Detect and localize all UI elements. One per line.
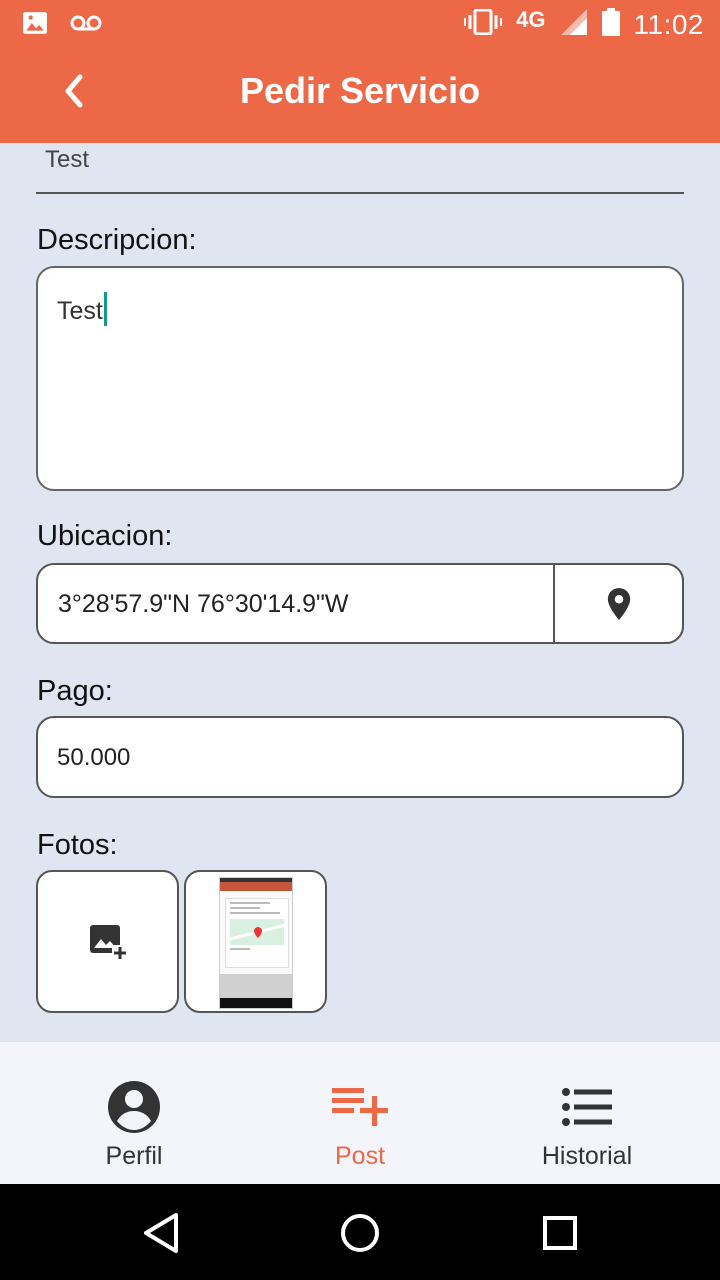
text-cursor	[103, 292, 107, 326]
voicemail-icon	[70, 13, 102, 38]
system-home-button[interactable]	[335, 1208, 385, 1258]
status-bar: 4G 11:02	[0, 0, 720, 50]
clock: 11:02	[633, 9, 704, 40]
account-circle-icon	[107, 1080, 161, 1139]
nav-item-post[interactable]: Post	[240, 1042, 480, 1185]
pago-field[interactable]: 50.000	[36, 716, 684, 798]
ubicacion-label: Ubicacion:	[37, 520, 173, 552]
add-photo-button[interactable]	[36, 870, 179, 1013]
nav-item-perfil[interactable]: Perfil	[14, 1042, 254, 1185]
screenshot-thumbnail-image	[219, 877, 293, 1009]
nav-label-perfil: Perfil	[105, 1142, 163, 1170]
square-recents-icon	[543, 1216, 577, 1250]
title-field[interactable]: Test	[36, 143, 684, 194]
service-request-form: Test Descripcion: Test Ubicacion: 3°28'5…	[0, 143, 720, 1041]
signal-icon	[560, 8, 588, 43]
pago-value: 50.000	[57, 744, 131, 771]
circle-home-icon	[341, 1214, 379, 1252]
descripcion-label: Descripcion:	[37, 224, 197, 256]
list-icon	[562, 1088, 612, 1131]
system-back-button[interactable]	[138, 1208, 188, 1258]
title-field-value: Test	[45, 146, 90, 173]
ubicacion-field[interactable]: 3°28'57.9"N 76°30'14.9"W	[36, 563, 684, 644]
image-notification-icon	[22, 10, 48, 41]
photo-thumbnail[interactable]	[184, 870, 327, 1013]
triangle-back-icon	[144, 1213, 178, 1253]
nav-label-historial: Historial	[541, 1142, 633, 1170]
add-photo-icon	[89, 924, 128, 961]
app-bar: Pedir Servicio	[0, 50, 720, 143]
network-type: 4G	[516, 7, 546, 32]
pick-location-button[interactable]	[553, 563, 684, 644]
system-recents-button[interactable]	[535, 1208, 585, 1258]
playlist-add-icon	[332, 1088, 388, 1133]
system-navigation-bar	[0, 1184, 720, 1280]
page-title: Pedir Servicio	[239, 70, 481, 111]
ubicacion-value: 3°28'57.9"N 76°30'14.9"W	[58, 590, 349, 618]
nav-label-post: Post	[334, 1142, 386, 1170]
pago-label: Pago:	[37, 675, 113, 707]
descripcion-textarea[interactable]: Test	[36, 266, 684, 491]
nav-item-historial[interactable]: Historial	[467, 1042, 707, 1185]
vibrate-icon	[464, 8, 503, 42]
bottom-navigation: Perfil Post Historial	[0, 1041, 720, 1184]
descripcion-value: Test	[57, 297, 103, 325]
fotos-label: Fotos:	[37, 829, 118, 861]
location-pin-icon	[607, 587, 630, 620]
battery-icon	[601, 7, 620, 43]
